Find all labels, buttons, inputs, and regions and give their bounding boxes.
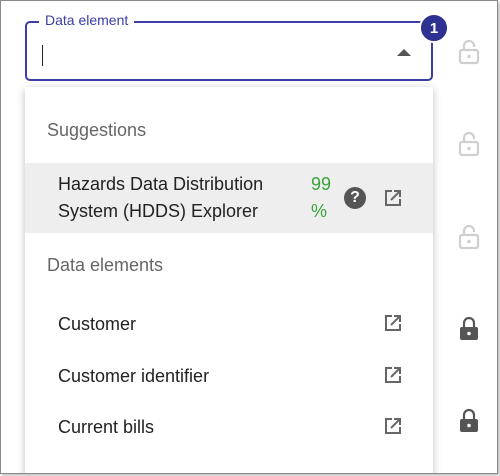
step-number-badge: 1: [419, 13, 449, 43]
suggestion-name-line1: Hazards Data Distribution: [58, 174, 264, 194]
match-value: 99: [311, 174, 332, 194]
list-item-current-bills[interactable]: Current bills: [58, 417, 154, 438]
lock-open-icon[interactable]: [458, 224, 480, 250]
open-external-icon[interactable]: [381, 311, 405, 335]
open-external-icon[interactable]: [381, 414, 405, 438]
match-unit: %: [311, 201, 328, 221]
lock-closed-icon[interactable]: [458, 316, 480, 342]
suggestions-dropdown: Suggestions Hazards Data Distribution Sy…: [25, 87, 433, 473]
open-external-icon[interactable]: [381, 363, 405, 387]
text-caret: [42, 45, 43, 66]
list-item-customer-identifier[interactable]: Customer identifier: [58, 366, 209, 387]
lock-open-icon[interactable]: [458, 39, 480, 65]
suggestion-name: Hazards Data Distribution System (HDDS) …: [58, 171, 288, 225]
data-elements-heading: Data elements: [47, 255, 164, 275]
open-external-icon[interactable]: [381, 186, 405, 210]
help-icon[interactable]: ?: [344, 187, 366, 209]
suggestion-item[interactable]: Hazards Data Distribution System (HDDS) …: [25, 163, 433, 233]
list-item-customer[interactable]: Customer: [58, 314, 136, 335]
suggestions-heading: Suggestions: [47, 120, 147, 140]
lock-open-icon[interactable]: [458, 131, 480, 157]
lock-closed-icon[interactable]: [458, 408, 480, 434]
match-percentage: 99 %: [311, 171, 341, 225]
data-element-label: Data element: [39, 12, 135, 28]
data-element-combobox[interactable]: Data element: [25, 12, 433, 81]
collapse-arrow-icon[interactable]: [397, 49, 411, 56]
screenshot-frame: Data element 1 Suggestions Hazards Data …: [0, 0, 498, 474]
suggestion-name-line2: System (HDDS) Explorer: [58, 201, 259, 221]
